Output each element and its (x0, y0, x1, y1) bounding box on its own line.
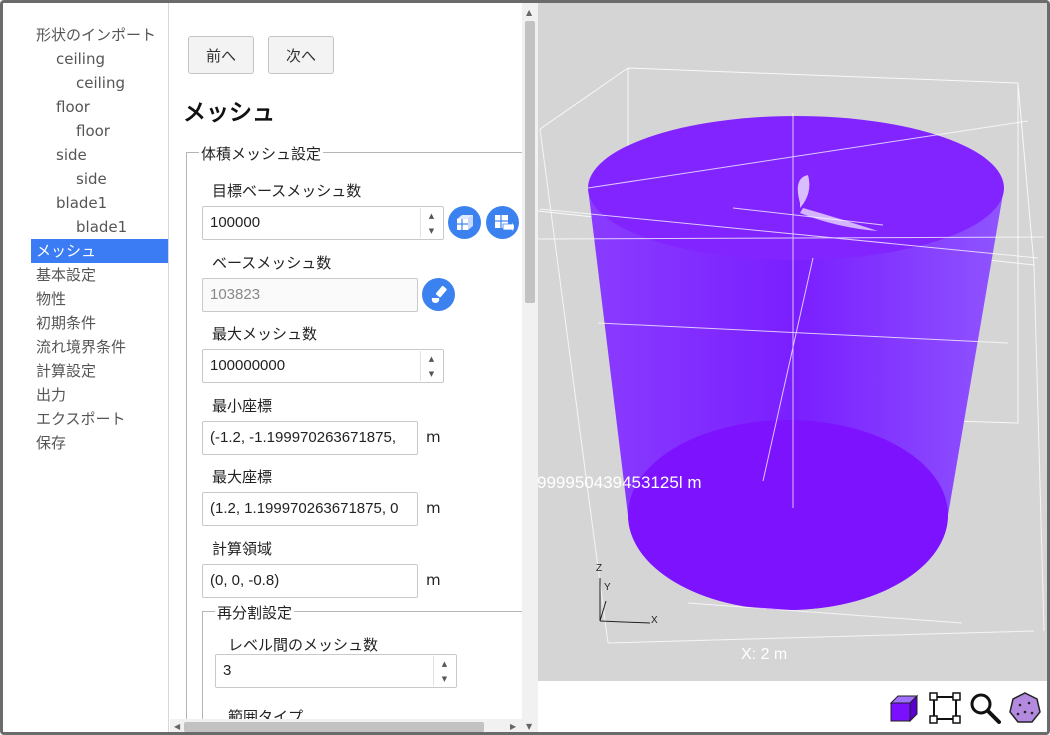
nav-item-save[interactable]: 保存 (3, 431, 168, 455)
max-coord-label: 最大座標 (212, 468, 273, 486)
max-coord-input[interactable]: (1.2, 1.199970263671875, 0 (202, 492, 418, 526)
nav-item-properties[interactable]: 物性 (3, 287, 168, 311)
fit-bounds-icon[interactable] (928, 691, 962, 725)
nav-item-calc-settings[interactable]: 計算設定 (3, 359, 168, 383)
max-mesh-label: 最大メッシュ数 (212, 325, 318, 343)
domain-unit: m (426, 571, 441, 589)
stepper-up-icon[interactable]: ▲ (421, 208, 442, 223)
dimension-label: 999950439453125l m (538, 473, 702, 492)
nav-item-initial-conditions[interactable]: 初期条件 (3, 311, 168, 335)
scroll-right-icon[interactable]: ▶ (510, 722, 516, 731)
stepper-down-icon[interactable]: ▼ (434, 671, 455, 686)
nav-item-flow-boundary[interactable]: 流れ境界条件 (3, 335, 168, 359)
axis-y-label: Y (604, 582, 611, 593)
domain-input[interactable]: (0, 0, -0.8) (202, 564, 418, 598)
nav-item-import-shape[interactable]: 形状のインポート (3, 23, 168, 47)
base-mesh-label: ベースメッシュ数 (212, 254, 332, 272)
mesh-grid-icon[interactable] (448, 206, 481, 239)
box-view-icon[interactable] (888, 691, 922, 725)
app-window: 形状のインポート ceiling ceiling floor floor sid… (0, 0, 1050, 735)
target-base-mesh-input[interactable]: 100000 (202, 206, 444, 240)
nav-item-blade1-group[interactable]: blade1 (3, 191, 168, 215)
mesh-apply-icon[interactable] (486, 206, 519, 239)
max-coord-unit: m (426, 499, 441, 517)
nav-item-blade1[interactable]: blade1 (3, 215, 168, 239)
scroll-down-icon[interactable]: ▼ (526, 722, 532, 731)
cylinder-bottom (628, 420, 948, 610)
level-mesh-label: レベル間のメッシュ数 (228, 636, 379, 654)
nav-item-side-group[interactable]: side (3, 143, 168, 167)
scrollbar-thumb[interactable] (184, 722, 484, 732)
nav-item-side[interactable]: side (3, 167, 168, 191)
nav-item-mesh[interactable]: メッシュ (31, 239, 168, 263)
3d-viewport[interactable]: 999950439453125l m X: 2 m Z Y X (538, 3, 1050, 681)
axis-z-label: Z (596, 563, 603, 574)
max-mesh-input[interactable]: 100000000 (202, 349, 444, 383)
page-title: メッシュ (183, 100, 275, 126)
stepper-up-icon[interactable]: ▲ (434, 656, 455, 671)
scroll-left-icon[interactable]: ◀ (174, 722, 180, 731)
stepper-up-icon[interactable]: ▲ (421, 351, 442, 366)
target-base-mesh-label: 目標ベースメッシュ数 (212, 182, 362, 200)
polyhedron-icon[interactable] (1008, 691, 1042, 725)
base-mesh-input: 103823 (202, 278, 418, 312)
target-base-mesh-stepper[interactable]: ▲ ▼ (420, 208, 442, 238)
min-coord-unit: m (426, 428, 441, 446)
domain-label: 計算領域 (212, 540, 273, 558)
viewport-toolbar (538, 681, 1047, 732)
scrollbar-thumb[interactable] (525, 21, 535, 303)
scroll-up-icon[interactable]: ▲ (526, 8, 532, 17)
3d-scene[interactable] (538, 3, 1050, 681)
navigation-tree: 形状のインポート ceiling ceiling floor floor sid… (3, 3, 169, 732)
stepper-down-icon[interactable]: ▼ (421, 366, 442, 381)
x-dimension-label: X: 2 m (741, 646, 788, 663)
prev-button[interactable]: 前へ (188, 36, 254, 74)
nav-item-ceiling[interactable]: ceiling (3, 71, 168, 95)
nav-item-floor-group[interactable]: floor (3, 95, 168, 119)
max-mesh-stepper[interactable]: ▲ ▼ (420, 351, 442, 381)
panel-horizontal-scrollbar[interactable]: ◀ ▶ (170, 719, 522, 732)
nav-item-export[interactable]: エクスポート (3, 407, 168, 431)
nav-item-basic-settings[interactable]: 基本設定 (3, 263, 168, 287)
nav-item-ceiling-group[interactable]: ceiling (3, 47, 168, 71)
volume-mesh-legend: 体積メッシュ設定 (199, 143, 324, 164)
level-mesh-stepper[interactable]: ▲ ▼ (433, 656, 455, 686)
nav-item-floor[interactable]: floor (3, 119, 168, 143)
min-coord-label: 最小座標 (212, 397, 273, 415)
stepper-down-icon[interactable]: ▼ (421, 223, 442, 238)
brush-icon[interactable] (422, 278, 455, 311)
zoom-icon[interactable] (968, 691, 1002, 725)
min-coord-input[interactable]: (-1.2, -1.199970263671875, (202, 421, 418, 455)
level-mesh-input[interactable]: 3 (215, 654, 457, 688)
panel-vertical-scrollbar[interactable]: ▲ ▼ (522, 3, 538, 732)
settings-panel: 前へ 次へ メッシュ 体積メッシュ設定 目標ベースメッシュ数 100000 ▲ ▼… (170, 3, 538, 732)
refinement-legend: 再分割設定 (215, 602, 295, 623)
next-button[interactable]: 次へ (268, 36, 334, 74)
nav-item-output[interactable]: 出力 (3, 383, 168, 407)
axis-x-label: X (651, 615, 658, 626)
